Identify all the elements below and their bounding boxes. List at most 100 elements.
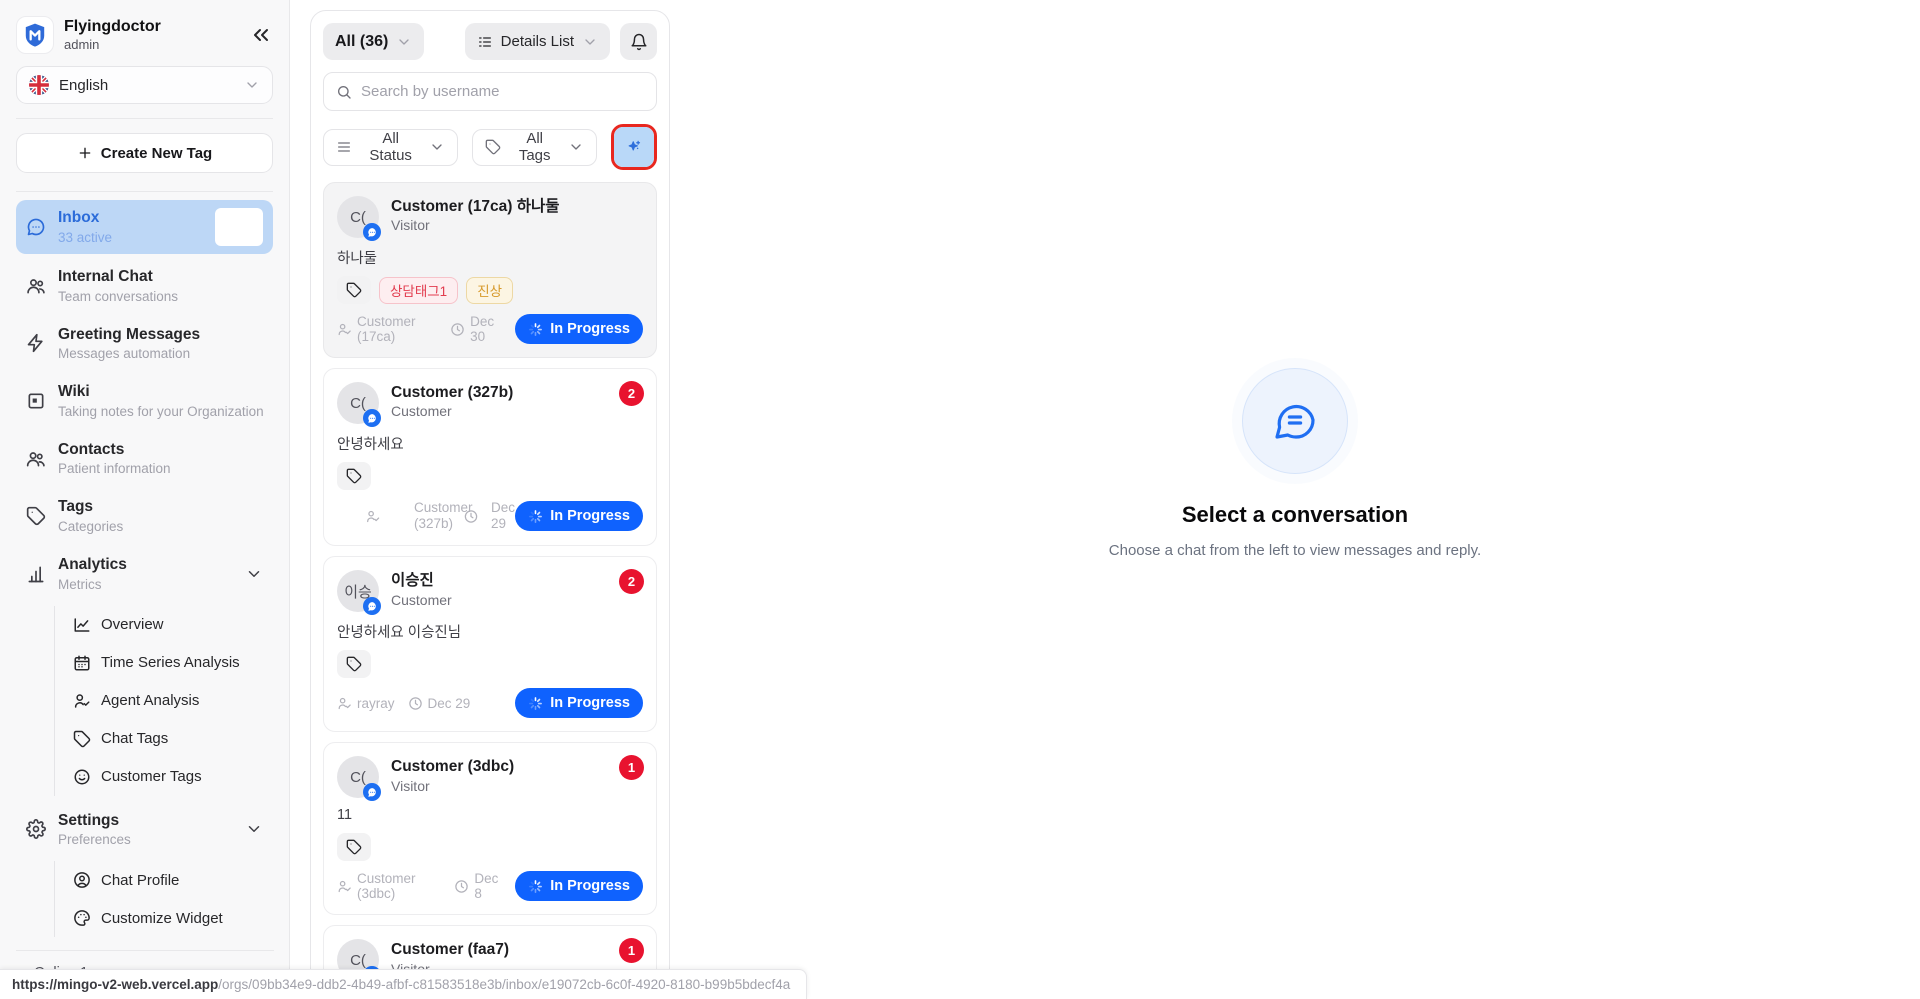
tag-icon [73, 730, 91, 748]
conversation-name: 이승진 [391, 571, 643, 590]
sidebar-item-tags[interactable]: Tags Categories [16, 490, 273, 542]
status-badge[interactable]: In Progress [515, 871, 643, 901]
divider [16, 191, 273, 192]
tag-chip-button[interactable] [337, 276, 371, 304]
tag-chip-button[interactable] [337, 833, 371, 861]
customer-tags-icon [73, 768, 91, 786]
chevron-down-icon[interactable] [245, 820, 263, 838]
chart-line-icon [73, 616, 91, 634]
clock-icon [454, 879, 469, 894]
chat-channel-badge-icon [363, 223, 381, 241]
plus-icon [77, 145, 93, 161]
user-circle-icon [73, 871, 91, 889]
divider [16, 950, 274, 951]
org-header: Flyingdoctor admin [16, 16, 273, 54]
sidebar-subitem-customer-tags[interactable]: Customer Tags [55, 758, 273, 796]
agent-icon [337, 879, 352, 894]
sidebar-subitem-overview[interactable]: Overview [55, 606, 273, 644]
agent-icon [337, 509, 409, 524]
status-badge[interactable]: In Progress [515, 688, 643, 718]
sidebar-subitem-chat-tags[interactable]: Chat Tags [55, 720, 273, 758]
conversation-card[interactable]: C( Customer (3dbc) Visitor 1 11 Customer… [323, 742, 657, 915]
sparkles-icon [625, 138, 643, 156]
filter-lines-icon [336, 139, 352, 155]
tags-filter-dropdown[interactable]: All Tags [472, 129, 597, 166]
link-host: https://mingo-v2-web.vercel.app [12, 977, 218, 992]
sidebar-subitem-customize-widget[interactable]: Customize Widget [55, 899, 273, 937]
conversation-card[interactable]: 이승 이승진 Customer 2 안녕하세요 이승진님 rayray [323, 556, 657, 732]
status-filter-dropdown[interactable]: All Status [323, 129, 458, 166]
all-filter-dropdown[interactable]: All (36) [323, 23, 424, 60]
sidebar-item-internal-chat[interactable]: Internal Chat Team conversations [16, 260, 273, 312]
search-input[interactable] [361, 83, 644, 100]
assigned-agent: Customer (327b) [337, 500, 443, 532]
zap-icon [26, 333, 46, 353]
ai-assist-button[interactable] [614, 127, 654, 167]
all-filter-label: All (36) [335, 33, 388, 51]
chat-channel-badge-icon [363, 597, 381, 615]
status-badge[interactable]: In Progress [515, 501, 643, 531]
contacts-icon [26, 449, 46, 469]
last-message-date: Dec 30 [450, 314, 502, 344]
chat-bubble-illustration [1242, 368, 1348, 474]
palette-icon [73, 909, 91, 927]
link-preview-statusbar: https://mingo-v2-web.vercel.app/orgs/09b… [0, 969, 807, 999]
view-mode-dropdown[interactable]: Details List [465, 23, 610, 60]
status-filter-label: All Status [361, 130, 420, 164]
tag-chip-button[interactable] [337, 650, 371, 678]
sidebar-item-wiki[interactable]: Wiki Taking notes for your Organization [16, 375, 273, 427]
clock-icon [456, 509, 486, 524]
tag-icon [26, 506, 46, 526]
chevron-down-icon[interactable] [245, 565, 263, 583]
chat-tag[interactable]: 상담태그1 [379, 277, 458, 304]
sidebar-subsection-settings: Chat Profile Customize Widget [54, 861, 273, 937]
chat-channel-badge-icon [363, 783, 381, 801]
sidebar-subitem-chat-profile[interactable]: Chat Profile [55, 861, 273, 899]
sidebar-item-contacts[interactable]: Contacts Patient information [16, 433, 273, 485]
user-check-icon [73, 692, 91, 710]
create-new-tag-button[interactable]: Create New Tag [16, 133, 273, 173]
analytics-icon [26, 564, 46, 584]
empty-state: Select a conversation Choose a chat from… [670, 0, 1920, 999]
sidebar-item-greeting-messages[interactable]: Greeting Messages Messages automation [16, 318, 273, 370]
notifications-button[interactable] [620, 23, 657, 60]
conversation-name: Customer (327b) [391, 383, 643, 402]
sidebar-item-inbox[interactable]: Inbox 33 active [16, 200, 273, 254]
spinner-icon [528, 879, 543, 894]
sidebar-item-settings[interactable]: Settings Preferences [16, 804, 273, 856]
tag-icon [485, 139, 501, 155]
conversation-name: Customer (faa7) [391, 940, 643, 959]
sidebar-item-analytics[interactable]: Analytics Metrics [16, 548, 273, 600]
details-list-icon [477, 34, 493, 50]
conversation-card[interactable]: C( Customer (327b) Customer 2 안녕하세요 Cust… [323, 368, 657, 546]
status-badge[interactable]: In Progress [515, 314, 643, 344]
conversation-role: Visitor [391, 778, 643, 794]
conversation-role: Customer [391, 403, 643, 419]
spinner-icon [528, 509, 543, 524]
wiki-icon [26, 391, 46, 411]
assigned-agent: Customer (3dbc) [337, 871, 441, 901]
chat-tag[interactable]: 진상 [466, 277, 513, 304]
divider [16, 118, 273, 119]
sidebar-subitem-time-series-analysis[interactable]: Time Series Analysis [55, 644, 273, 682]
sidebar-subitem-agent-analysis[interactable]: Agent Analysis [55, 682, 273, 720]
conversation-role: Visitor [391, 217, 643, 233]
tag-chip-button[interactable] [337, 462, 371, 490]
language-selector[interactable]: English [16, 66, 273, 104]
org-role: admin [64, 37, 239, 52]
sidebar-subsection-analytics: Overview Time Series Analysis Agent Anal… [54, 606, 273, 796]
chevron-down-icon [244, 77, 260, 93]
last-message-date: Dec 8 [454, 871, 502, 901]
create-new-tag-label: Create New Tag [101, 145, 212, 162]
conversation-card[interactable]: C( Customer (17ca) 하나둘 Visitor 하나둘 상담태그1… [323, 182, 657, 358]
link-path: /orgs/09bb34e9-ddb2-4b49-afbf-c81583518e… [218, 977, 790, 992]
search-icon [336, 84, 352, 100]
search-box [323, 72, 657, 111]
uk-flag-icon [29, 75, 49, 95]
bell-icon [630, 33, 648, 51]
chat-icon [26, 217, 46, 237]
chevron-down-icon [429, 139, 445, 155]
conversation-role: Customer [391, 592, 643, 608]
collapse-sidebar-icon[interactable] [249, 23, 273, 47]
team-icon [26, 276, 46, 296]
